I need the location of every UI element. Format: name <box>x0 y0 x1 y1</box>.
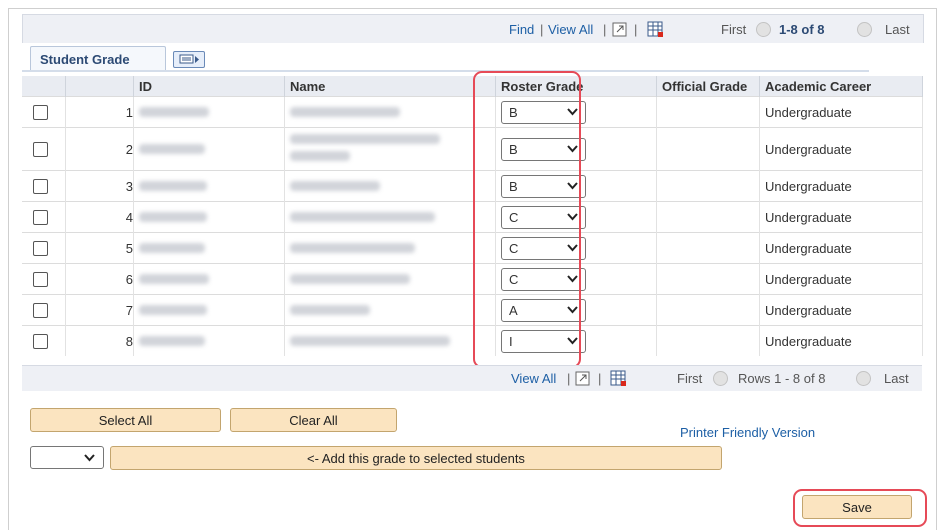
col-name: Name <box>284 76 496 97</box>
expand-columns-icon[interactable] <box>173 51 205 68</box>
first-label-bottom: First <box>677 371 703 386</box>
academic-career: Undergraduate <box>759 127 923 171</box>
grade-select[interactable] <box>30 446 104 469</box>
row-checkbox[interactable] <box>33 209 48 225</box>
row-checkbox[interactable] <box>33 141 48 157</box>
student-id-blurred <box>133 325 285 356</box>
student-name-blurred <box>284 127 496 171</box>
add-grade-button[interactable]: <- Add this grade to selected students <box>110 446 722 470</box>
grid-nav-top: Find | View All | | First 1-8 of 8 Last <box>22 14 924 43</box>
next-arrow-icon[interactable] <box>856 371 871 387</box>
student-name-blurred <box>284 232 496 264</box>
row-number: 1 <box>65 96 134 128</box>
col-academic-career: Academic Career <box>759 76 923 97</box>
official-grade <box>656 201 760 233</box>
student-name-blurred <box>284 170 496 202</box>
download-grid-icon[interactable] <box>647 21 663 37</box>
student-name-blurred <box>284 201 496 233</box>
next-arrow-icon[interactable] <box>857 22 872 38</box>
tab-student-grade[interactable]: Student Grade <box>30 46 166 71</box>
student-id-blurred <box>133 294 285 326</box>
official-grade <box>656 294 760 326</box>
student-name-blurred <box>284 325 496 356</box>
last-label: Last <box>885 22 910 37</box>
official-grade <box>656 263 760 295</box>
select-all-button[interactable]: Select All <box>30 408 221 432</box>
academic-career: Undergraduate <box>759 201 923 233</box>
student-id-blurred <box>133 232 285 264</box>
academic-career: Undergraduate <box>759 170 923 202</box>
roster-grade-highlight <box>473 71 581 368</box>
student-name-blurred <box>284 96 496 128</box>
row-checkbox[interactable] <box>33 104 48 120</box>
row-number: 3 <box>65 170 134 202</box>
student-id-blurred <box>133 127 285 171</box>
col-official-grade: Official Grade <box>656 76 760 97</box>
academic-career: Undergraduate <box>759 263 923 295</box>
row-number: 5 <box>65 232 134 264</box>
zoom-icon[interactable] <box>575 371 590 386</box>
save-button[interactable]: Save <box>802 495 912 519</box>
student-id-blurred <box>133 263 285 295</box>
prev-arrow-icon[interactable] <box>756 22 771 38</box>
row-checkbox[interactable] <box>33 333 48 349</box>
row-number: 7 <box>65 294 134 326</box>
grid-nav-bottom: View All | | First Rows 1 - 8 of 8 Last <box>22 365 922 391</box>
row-number: 6 <box>65 263 134 295</box>
student-id-blurred <box>133 170 285 202</box>
academic-career: Undergraduate <box>759 96 923 128</box>
student-id-blurred <box>133 201 285 233</box>
official-grade <box>656 325 760 356</box>
student-id-blurred <box>133 96 285 128</box>
find-link[interactable]: Find <box>509 22 534 37</box>
last-label-bottom: Last <box>884 371 909 386</box>
row-number: 8 <box>65 325 134 356</box>
official-grade <box>656 96 760 128</box>
academic-career: Undergraduate <box>759 232 923 264</box>
row-checkbox[interactable] <box>33 178 48 194</box>
view-all-link[interactable]: View All <box>548 22 593 37</box>
official-grade <box>656 232 760 264</box>
prev-arrow-icon[interactable] <box>713 371 728 387</box>
view-all-link-bottom[interactable]: View All <box>511 371 556 386</box>
printer-friendly-link[interactable]: Printer Friendly Version <box>680 425 815 440</box>
academic-career: Undergraduate <box>759 325 923 356</box>
academic-career: Undergraduate <box>759 294 923 326</box>
row-range: 1-8 of 8 <box>779 22 825 37</box>
clear-all-button[interactable]: Clear All <box>230 408 397 432</box>
row-checkbox[interactable] <box>33 240 48 256</box>
official-grade <box>656 170 760 202</box>
row-checkbox[interactable] <box>33 271 48 287</box>
first-label: First <box>721 22 747 37</box>
row-range-bottom: Rows 1 - 8 of 8 <box>738 371 826 386</box>
row-number: 4 <box>65 201 134 233</box>
official-grade <box>656 127 760 171</box>
row-checkbox[interactable] <box>33 302 48 318</box>
download-grid-icon[interactable] <box>610 370 626 386</box>
zoom-icon[interactable] <box>612 22 627 37</box>
student-name-blurred <box>284 294 496 326</box>
col-id: ID <box>133 76 285 97</box>
chevron-down-icon <box>84 454 95 462</box>
student-name-blurred <box>284 263 496 295</box>
row-number: 2 <box>65 127 134 171</box>
